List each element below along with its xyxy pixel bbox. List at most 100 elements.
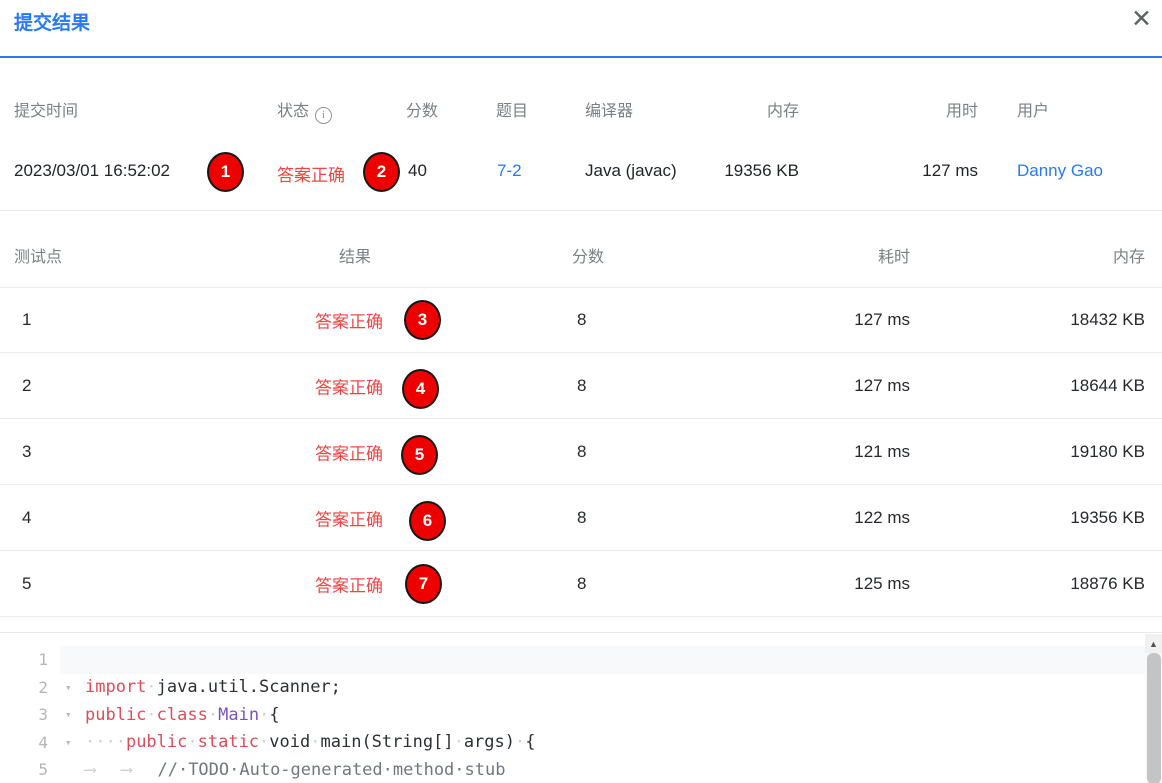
testpoint-cell: 5 <box>22 574 31 594</box>
time-cell: 121 ms <box>854 442 910 462</box>
col-header-test-time: 耗时 <box>878 243 910 267</box>
code-comment: //·TODO·Auto-generated·method·stub <box>157 760 505 780</box>
title-divider <box>0 56 1162 58</box>
line-number: 2 <box>0 678 48 697</box>
col-header-submit-time: 提交时间 <box>14 97 78 121</box>
line-number: 5 <box>0 760 48 779</box>
code-token: import <box>85 677 146 697</box>
fold-arrow-icon[interactable]: ▾ <box>48 708 85 721</box>
whitespace-dot: · <box>259 705 269 725</box>
test-row: 5 答案正确 8 125 ms 18876 KB <box>0 551 1162 617</box>
col-header-status: 状态 i <box>277 97 332 124</box>
score-cell: 8 <box>577 508 586 528</box>
whitespace-dot: · <box>146 705 156 725</box>
testpoint-cell: 1 <box>22 310 31 330</box>
result-cell: 答案正确 <box>315 373 383 398</box>
whitespace-dot: · <box>208 705 218 725</box>
close-icon[interactable]: ✕ <box>1131 4 1152 34</box>
info-icon[interactable]: i <box>315 107 332 124</box>
score-cell: 8 <box>577 574 586 594</box>
col-header-problem: 题目 <box>496 97 528 121</box>
code-lines: 1 2 ▾ import·java.util.Scanner; 3 ▾ publ… <box>0 646 1145 783</box>
code-token: Main <box>218 705 259 725</box>
col-header-testpoint: 测试点 <box>14 243 62 267</box>
code-line: 1 <box>0 646 1145 674</box>
memory-cell: 18876 KB <box>1070 574 1145 594</box>
result-cell: 答案正确 <box>315 571 383 596</box>
annotation-badge-4: 4 <box>402 369 439 409</box>
score-cell: 8 <box>577 310 586 330</box>
submit-time-value: 2023/03/01 16:52:02 <box>14 161 170 181</box>
annotation-badge-6: 6 <box>409 501 446 541</box>
code-token: public <box>126 732 187 752</box>
col-header-user: 用户 <box>1017 97 1049 121</box>
scrollbar-up-button[interactable]: ▲ <box>1145 634 1162 653</box>
code-text: import·java.util.Scanner; <box>85 677 341 697</box>
problem-link[interactable]: 7-2 <box>497 161 522 181</box>
col-header-status-label: 状态 <box>277 103 309 120</box>
memory-value: 19356 KB <box>724 161 799 181</box>
col-header-duration: 用时 <box>946 97 978 121</box>
time-cell: 125 ms <box>854 574 910 594</box>
user-link[interactable]: Danny Gao <box>1017 161 1103 181</box>
col-header-test-memory: 内存 <box>1113 243 1145 267</box>
whitespace-dot: · <box>310 732 320 752</box>
code-token: class <box>157 705 208 725</box>
whitespace-dot: · <box>259 732 269 752</box>
code-token: main(String[] <box>321 732 454 752</box>
status-value: 答案正确 <box>277 161 345 186</box>
result-cell: 答案正确 <box>315 505 383 530</box>
whitespace-dot: · <box>187 732 197 752</box>
line-number: 3 <box>0 705 48 724</box>
compiler-value: Java (javac) <box>585 161 677 181</box>
annotation-badge-1: 1 <box>207 152 244 192</box>
code-token: args) <box>464 732 515 752</box>
code-editor[interactable]: 1 2 ▾ import·java.util.Scanner; 3 ▾ publ… <box>0 632 1162 783</box>
whitespace-dot: · <box>146 677 156 697</box>
fold-arrow-icon[interactable]: ▾ <box>48 736 85 749</box>
col-header-score: 分数 <box>406 97 438 121</box>
annotation-badge-5: 5 <box>401 435 438 475</box>
code-token: static <box>198 732 259 752</box>
testpoint-cell: 3 <box>22 442 31 462</box>
code-scrollbar[interactable]: ▲ <box>1145 634 1162 783</box>
testpoint-cell: 4 <box>22 508 31 528</box>
code-line: 4 ▾ ····public·static·void·main(String[]… <box>0 729 1145 757</box>
result-cell: 答案正确 <box>315 439 383 464</box>
test-row: 3 答案正确 8 121 ms 19180 KB <box>0 419 1162 485</box>
memory-cell: 19356 KB <box>1070 508 1145 528</box>
annotation-badge-3: 3 <box>404 300 441 340</box>
annotation-badge-2: 2 <box>363 152 400 192</box>
line-number: 4 <box>0 733 48 752</box>
code-text: ⟶⟶//·TODO·Auto-generated·method·stub <box>85 760 505 780</box>
code-text: public·class·Main·{ <box>85 705 280 725</box>
test-row: 4 答案正确 8 122 ms 19356 KB <box>0 485 1162 551</box>
line-number: 1 <box>0 650 48 669</box>
whitespace-dot: · <box>515 732 525 752</box>
score-cell: 8 <box>577 376 586 396</box>
test-row: 1 答案正确 8 127 ms 18432 KB <box>0 287 1162 353</box>
score-cell: 8 <box>577 442 586 462</box>
result-cell: 答案正确 <box>315 307 383 332</box>
col-header-test-score: 分数 <box>572 243 604 267</box>
code-line: 2 ▾ import·java.util.Scanner; <box>0 674 1145 702</box>
col-header-result: 结果 <box>339 243 371 267</box>
whitespace-dot: ···· <box>85 732 126 752</box>
col-header-compiler: 编译器 <box>585 97 633 121</box>
code-text: ····public·static·void·main(String[]·arg… <box>85 732 536 752</box>
score-value: 40 <box>408 161 427 181</box>
whitespace-dot: · <box>454 732 464 752</box>
code-line: 5 ⟶⟶//·TODO·Auto-generated·method·stub <box>0 756 1145 783</box>
scrollbar-thumb[interactable] <box>1147 653 1161 783</box>
fold-arrow-icon[interactable]: ▾ <box>48 681 85 694</box>
code-token: { <box>525 732 535 752</box>
memory-cell: 18644 KB <box>1070 376 1145 396</box>
code-line: 3 ▾ public·class·Main·{ <box>0 701 1145 729</box>
memory-cell: 18432 KB <box>1070 310 1145 330</box>
tab-arrow: ⟶⟶ <box>85 760 157 780</box>
testpoint-cell: 2 <box>22 376 31 396</box>
memory-cell: 19180 KB <box>1070 442 1145 462</box>
code-token: void <box>269 732 310 752</box>
code-token: public <box>85 705 146 725</box>
time-cell: 127 ms <box>854 376 910 396</box>
